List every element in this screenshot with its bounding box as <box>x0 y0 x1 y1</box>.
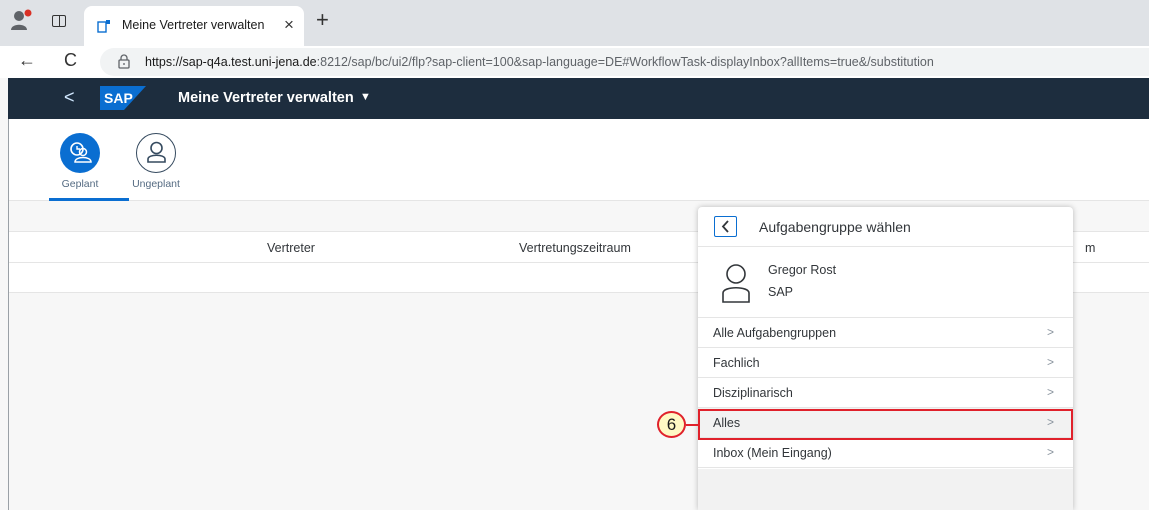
person-icon <box>146 141 166 163</box>
list-item-fachlich[interactable]: Fachlich > <box>698 348 1073 378</box>
popover-header: Aufgabengruppe wählen <box>698 207 1073 247</box>
new-tab-icon[interactable]: + <box>316 9 329 31</box>
user-organization: SAP <box>768 285 794 299</box>
icon-tab-bar: Geplant Ungeplant <box>9 119 1149 201</box>
tab-ungeplant-label: Ungeplant <box>132 178 180 190</box>
browser-tab-strip: Meine Vertreter verwalten × + <box>0 0 1149 46</box>
user-avatar-icon <box>722 264 750 303</box>
tab-geplant[interactable]: Geplant <box>40 133 120 193</box>
popover-title: Aufgabengruppe wählen <box>759 219 911 235</box>
browser-toolbar: ← C https://sap-q4a.test.uni-jena.de:821… <box>0 46 1149 78</box>
popover-back-button[interactable] <box>714 216 737 237</box>
sap-logo-text: SAP <box>104 90 133 106</box>
column-header-vertreter[interactable]: Vertreter <box>267 241 315 255</box>
tab-geplant-label: Geplant <box>61 178 99 190</box>
column-header-partial[interactable]: m <box>1085 241 1095 255</box>
scheduled-person-icon <box>70 142 92 163</box>
reload-icon[interactable]: C <box>64 50 77 71</box>
browser-tab[interactable]: Meine Vertreter verwalten × <box>84 6 304 46</box>
browser-tab-title: Meine Vertreter verwalten <box>122 18 265 32</box>
list-item-alle-aufgabengruppen[interactable]: Alle Aufgabengruppen > <box>698 318 1073 348</box>
task-group-list: Alle Aufgabengruppen > Fachlich > Diszip… <box>698 318 1073 468</box>
tab-ungeplant[interactable]: Ungeplant <box>116 133 196 193</box>
lock-icon[interactable] <box>118 54 130 69</box>
list-item-label: Disziplinarisch <box>713 386 793 400</box>
popover-footer <box>698 469 1073 510</box>
step-marker-connector <box>686 424 699 426</box>
browser-back-icon[interactable]: ← <box>18 50 36 71</box>
list-item-label: Alle Aufgabengruppen <box>713 326 837 340</box>
user-name: Gregor Rost <box>768 263 837 277</box>
address-bar[interactable]: https://sap-q4a.test.uni-jena.de:8212/sa… <box>100 48 1149 76</box>
task-group-popover: Aufgabengruppe wählen Gregor Rost SAP Al… <box>698 207 1073 510</box>
shell-back-icon[interactable]: < <box>64 87 75 108</box>
chevron-right-icon: > <box>1047 445 1055 459</box>
sap-logo[interactable]: SAP <box>100 86 146 110</box>
url-text: https://sap-q4a.test.uni-jena.de:8212/sa… <box>145 55 934 69</box>
fiori-shell-bar: < SAP Meine Vertreter verwalten ▼ <box>8 78 1149 119</box>
list-item-inbox[interactable]: Inbox (Mein Eingang) > <box>698 438 1073 468</box>
list-item-label: Inbox (Mein Eingang) <box>713 446 832 460</box>
tab-actions-icon[interactable] <box>52 15 66 27</box>
screen: Meine Vertreter verwalten × + ← C https:… <box>0 0 1149 510</box>
close-tab-icon[interactable]: × <box>284 15 294 35</box>
tab-ungeplant-circle <box>136 133 176 173</box>
sap-favicon-icon <box>97 20 110 33</box>
app-menu-caret-icon[interactable]: ▼ <box>360 91 371 103</box>
user-info: Gregor Rost SAP <box>698 247 1073 318</box>
url-host: https://sap-q4a.test.uni-jena.de <box>145 55 317 69</box>
list-item-disziplinarisch[interactable]: Disziplinarisch > <box>698 378 1073 408</box>
step-highlight-box <box>698 409 1073 440</box>
app-title[interactable]: Meine Vertreter verwalten <box>178 90 354 106</box>
chevron-left-icon <box>721 220 729 233</box>
tab-geplant-circle <box>60 133 100 173</box>
chevron-right-icon: > <box>1047 355 1055 369</box>
profile-icon[interactable] <box>10 8 32 34</box>
url-path: :8212/sap/bc/ui2/flp?sap-client=100&sap-… <box>316 55 934 69</box>
chevron-right-icon: > <box>1047 385 1055 399</box>
column-header-vertretungszeitraum[interactable]: Vertretungszeitraum <box>519 241 631 255</box>
list-item-label: Fachlich <box>713 356 760 370</box>
step-number-badge: 6 <box>657 411 686 438</box>
chevron-right-icon: > <box>1047 325 1055 339</box>
